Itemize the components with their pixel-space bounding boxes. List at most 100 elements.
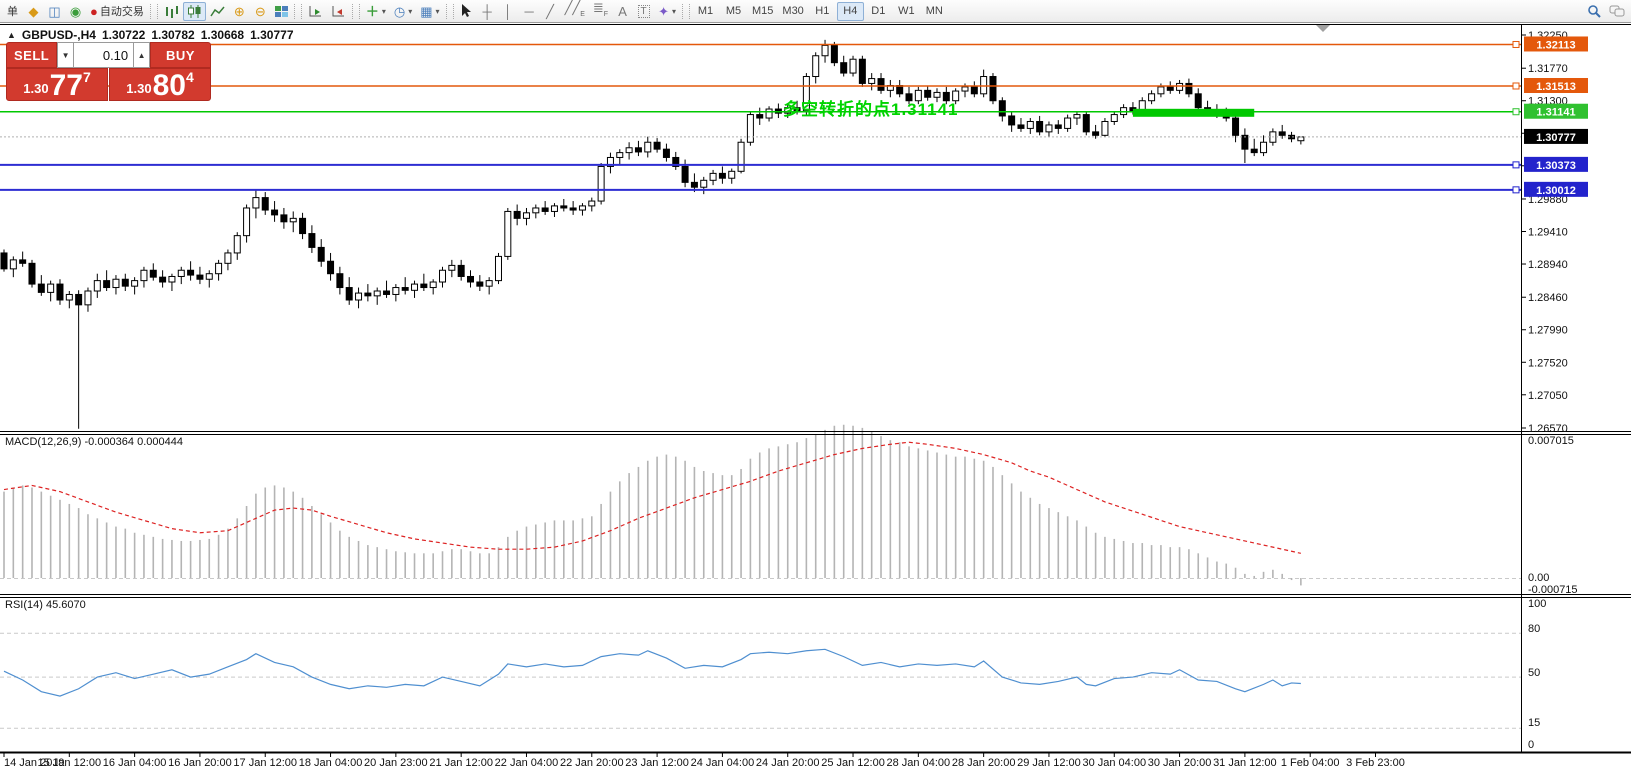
- candle-bullish: [225, 253, 231, 263]
- time-label: 23 Jan 12:00: [625, 757, 689, 769]
- vertical-line-tool-button[interactable]: │: [498, 2, 519, 21]
- line-anchor-box[interactable]: [1513, 83, 1519, 89]
- candle-bearish: [104, 281, 110, 288]
- price-tick-label: 1.29410: [1528, 226, 1568, 238]
- new-order-button[interactable]: 单: [2, 2, 23, 21]
- timeframe-M15[interactable]: M15: [748, 2, 777, 21]
- price-badge-text: 1.32113: [1536, 39, 1575, 51]
- collapse-panel-icon[interactable]: ▲: [7, 30, 16, 40]
- timeframe-M30[interactable]: M30: [778, 2, 807, 21]
- candle-bullish: [505, 211, 511, 256]
- crosshair-tool-button[interactable]: ┼: [477, 2, 498, 21]
- candle-bearish: [757, 115, 763, 118]
- candle-bullish: [766, 109, 772, 118]
- channel-tool-button[interactable]: ╱╱: [561, 2, 589, 21]
- line-anchor-box[interactable]: [1513, 109, 1519, 115]
- time-label: 16 Jan 20:00: [168, 757, 232, 769]
- candle-bearish: [1, 253, 7, 269]
- rsi-label: RSI(14) 45.6070: [5, 599, 86, 611]
- price-axis[interactable]: 1.322501.317701.313001.308301.303601.298…: [1513, 30, 1588, 435]
- candle-bullish: [617, 153, 623, 158]
- text-label-icon: T: [638, 5, 650, 18]
- candle-bearish: [1037, 121, 1043, 131]
- timeframe-MN[interactable]: MN: [921, 2, 948, 21]
- chart-shift-marker[interactable]: [1316, 25, 1330, 32]
- timeframe-H4[interactable]: H4: [837, 2, 864, 21]
- sell-price[interactable]: 1.30 77 7: [6, 68, 108, 101]
- candle-bearish: [309, 234, 315, 248]
- new-chart-button[interactable]: ◆: [23, 2, 44, 21]
- candle-bearish: [318, 247, 324, 261]
- zoom-in-button[interactable]: ⊕: [229, 2, 250, 21]
- timeframe-D1[interactable]: D1: [865, 2, 892, 21]
- auto-scroll-button[interactable]: [304, 2, 327, 21]
- cursor-tool-button[interactable]: [456, 2, 477, 21]
- timeframe-H1[interactable]: H1: [809, 2, 836, 21]
- tile-windows-icon: [275, 6, 288, 17]
- search-button[interactable]: [1583, 2, 1605, 21]
- bar-chart-type-button[interactable]: [160, 2, 183, 21]
- macd-scale-min: -0.000715: [1528, 584, 1578, 596]
- buy-button[interactable]: BUY: [150, 42, 211, 68]
- volume-decrease-button[interactable]: ▼: [57, 42, 74, 68]
- time-axis[interactable]: 14 Jan 201915 Jan 12:0016 Jan 04:0016 Ja…: [4, 753, 1405, 769]
- candle-bearish: [122, 279, 128, 286]
- candle-bullish: [412, 284, 418, 290]
- candle-bearish: [477, 282, 483, 286]
- chart-shift-button[interactable]: [327, 2, 350, 21]
- ohlc-open: 1.30722: [102, 28, 145, 42]
- candle-bullish: [822, 45, 828, 55]
- candle-bearish: [1018, 125, 1024, 128]
- time-label: 21 Jan 12:00: [429, 757, 493, 769]
- sell-button[interactable]: SELL: [6, 42, 57, 68]
- chat-button[interactable]: [1605, 2, 1629, 21]
- timeframe-M5[interactable]: M5: [720, 2, 747, 21]
- macd-histogram: [4, 425, 1301, 586]
- candle-bearish: [1251, 149, 1257, 152]
- candle-bearish: [682, 166, 688, 182]
- chart-header: ▲ GBPUSD-,H4 1.30722 1.30782 1.30668 1.3…: [7, 28, 294, 42]
- candle-bullish: [729, 171, 735, 178]
- trendline-tool-button[interactable]: ╱: [540, 2, 561, 21]
- line-chart-type-button[interactable]: [206, 2, 229, 21]
- market-watch-button[interactable]: ◫: [44, 2, 65, 21]
- green-highlight-bar[interactable]: [1133, 109, 1254, 117]
- horizontal-line-tool-button[interactable]: ─: [519, 2, 540, 21]
- time-label: 31 Jan 12:00: [1213, 757, 1277, 769]
- pivot-annotation-text[interactable]: 多空转折的点1.31141: [783, 95, 959, 120]
- line-anchor-box[interactable]: [1513, 41, 1519, 47]
- line-anchor-box[interactable]: [1513, 187, 1519, 193]
- candle-bearish: [663, 149, 669, 157]
- buy-price[interactable]: 1.30 80 4: [109, 68, 211, 101]
- volume-input[interactable]: 0.10: [74, 42, 133, 68]
- candlestick-chart-type-button[interactable]: [183, 2, 206, 21]
- candle-bearish: [878, 79, 884, 91]
- templates-button[interactable]: ▦▾: [416, 2, 443, 21]
- fibonacci-tool-button[interactable]: ≣: [589, 2, 612, 21]
- timeframe-M1[interactable]: M1: [692, 2, 719, 21]
- text-label-tool-button[interactable]: T: [633, 2, 654, 21]
- candle-bearish: [635, 148, 641, 152]
- macd-label: MACD(12,26,9) -0.000364 0.000444: [5, 436, 183, 448]
- volume-increase-button[interactable]: ▲: [133, 42, 150, 68]
- arrows-tool-button[interactable]: ✦▾: [654, 2, 680, 21]
- signals-button[interactable]: ◉: [65, 2, 86, 21]
- periods-button[interactable]: ◷▾: [390, 2, 416, 21]
- tile-windows-button[interactable]: [271, 2, 292, 21]
- candle-bullish: [710, 173, 716, 180]
- autotrading-button[interactable]: ● 自动交易: [86, 2, 148, 21]
- timeframe-W1[interactable]: W1: [893, 2, 920, 21]
- candle-bearish: [514, 211, 520, 218]
- candle-bearish: [1279, 132, 1285, 135]
- time-label: 15 Jan 12:00: [37, 757, 101, 769]
- zoom-out-button[interactable]: ⊖: [250, 2, 271, 21]
- dropdown-arrow-icon: ▾: [672, 7, 676, 16]
- indicators-button[interactable]: ＋▾: [362, 2, 390, 21]
- candle-bullish: [1298, 137, 1304, 141]
- candle-bullish: [869, 79, 875, 84]
- line-anchor-box[interactable]: [1513, 162, 1519, 168]
- text-tool-button[interactable]: A: [612, 2, 633, 21]
- candle-bearish: [29, 263, 35, 284]
- candle-bullish: [1102, 121, 1108, 135]
- chart-shift-icon: [331, 5, 346, 18]
